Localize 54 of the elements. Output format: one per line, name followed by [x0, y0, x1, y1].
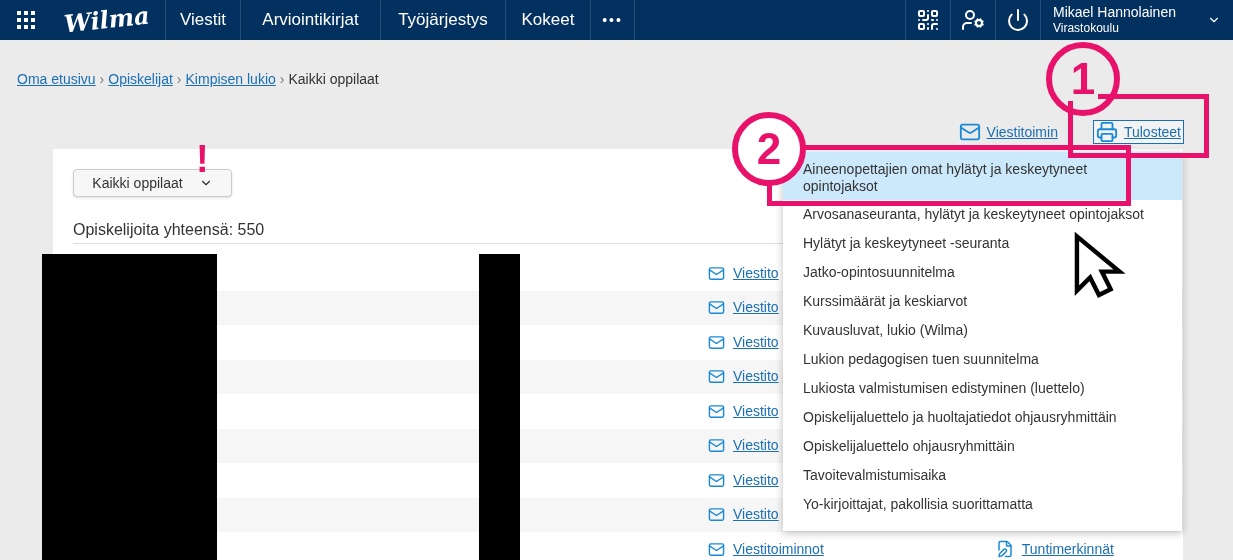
print-button[interactable]: Tulosteet: [1093, 121, 1183, 143]
printer-icon: [1095, 121, 1118, 143]
user-menu[interactable]: Mikael Hannolainen Virastokoulu: [1040, 0, 1233, 40]
mail-icon: [708, 437, 725, 455]
message-actions-link[interactable]: Viestito: [733, 504, 779, 526]
menu-item[interactable]: Tavoitevalmistumisaika: [783, 461, 1182, 490]
mail-icon: [708, 299, 725, 317]
message-actions-link[interactable]: Viestito: [733, 262, 779, 284]
breadcrumb-link[interactable]: Oma etusivu: [17, 69, 96, 90]
message-actions-link[interactable]: Viestito: [733, 435, 779, 457]
logout-icon[interactable]: [1006, 8, 1030, 32]
logo[interactable]: Wilma: [62, 0, 152, 43]
menu-item[interactable]: Jatko-opintosuunnitelma: [783, 258, 1182, 287]
edit-note-icon: [995, 540, 1014, 559]
lesson-entries-link[interactable]: Tuntimerkinnät: [1021, 538, 1114, 560]
message-actions-link[interactable]: Viestito: [733, 366, 779, 388]
menu-item[interactable]: Kurssimäärät ja keskiarvot: [783, 287, 1182, 316]
message-actions-link[interactable]: Viestito: [733, 400, 779, 422]
menu-item[interactable]: Yo-kirjoittajat, pakollisia suorittamatta: [783, 490, 1182, 519]
message-actions-link[interactable]: Viestito: [733, 331, 779, 353]
mail-icon: [708, 506, 725, 524]
mail-icon: [708, 540, 725, 558]
mail-icon: [708, 471, 725, 489]
mail-icon: [708, 368, 725, 386]
message-actions-link[interactable]: Viestito: [733, 469, 779, 491]
message-actions-link[interactable]: Viestitoimin: [956, 121, 1060, 143]
nav-link[interactable]: Viestit: [165, 0, 240, 40]
user-settings-icon[interactable]: [961, 8, 985, 32]
message-actions-link[interactable]: Viestito: [733, 297, 779, 319]
nav-link[interactable]: Kokeet: [505, 0, 590, 40]
menu-item[interactable]: Lukiosta valmistumisen edistyminen (luettelo): [783, 374, 1182, 403]
breadcrumb-link[interactable]: Opiskelijat: [108, 69, 173, 90]
mail-icon: [708, 264, 725, 282]
nav-link[interactable]: Työjärjestys: [380, 0, 505, 40]
qr-code-icon[interactable]: [916, 8, 940, 32]
breadcrumb-separator: ›: [98, 70, 106, 89]
more-link[interactable]: •••: [590, 0, 635, 40]
mail-icon: [708, 333, 725, 351]
mail-icon: [708, 402, 725, 420]
user-name: Mikael Hannolainen: [1053, 3, 1177, 22]
menu-item[interactable]: Kuvausluvat, lukio (Wilma): [783, 316, 1182, 345]
mail-icon: [958, 121, 981, 143]
apps-menu-icon[interactable]: [17, 11, 35, 29]
user-school: Virastokoulu: [1053, 21, 1120, 37]
message-actions-link[interactable]: Viestitoiminnot: [733, 538, 824, 560]
breadcrumb-separator: ›: [175, 70, 183, 89]
callout-number: 1: [1046, 42, 1120, 116]
breadcrumb-separator: ›: [278, 70, 286, 89]
nav-link[interactable]: Arviointikirjat: [240, 0, 380, 40]
menu-item[interactable]: Opiskelijaluettelo ohjausryhmittäin: [783, 432, 1182, 461]
breadcrumb-current: Kaikki oppilaat: [288, 70, 379, 89]
menu-item[interactable]: Lukion pedagogisen tuen suunnitelma: [783, 345, 1182, 374]
menu-item[interactable]: Opiskelijaluettelo ja huoltajatiedot ohjausryhmittäin: [783, 403, 1182, 432]
breadcrumb-link[interactable]: Kimpisen lukio: [185, 69, 276, 90]
